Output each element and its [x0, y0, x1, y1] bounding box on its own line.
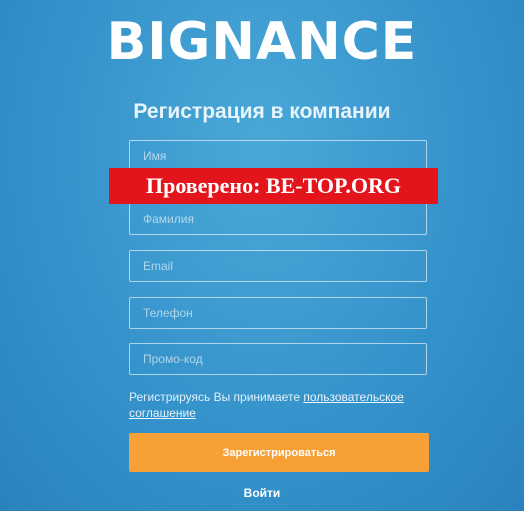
agreement-note: Регистрируясь Вы принимаете пользователь… [129, 389, 429, 421]
phone-input[interactable] [129, 297, 427, 329]
agreement-text: Регистрируясь Вы принимаете [129, 390, 304, 404]
email-input[interactable] [129, 250, 427, 282]
brand-logo: BIGNANCE [0, 12, 524, 72]
page-title: Регистрация в компании [133, 100, 391, 123]
last-name-input[interactable] [129, 203, 427, 235]
promo-code-input[interactable] [129, 343, 427, 375]
watermark-banner: Проверено: BE-TOP.ORG [109, 168, 438, 204]
logo-text: BIGNANCE [106, 12, 418, 72]
login-link[interactable]: Войти [0, 486, 524, 500]
register-button[interactable]: Зарегистрироваться [129, 433, 429, 472]
